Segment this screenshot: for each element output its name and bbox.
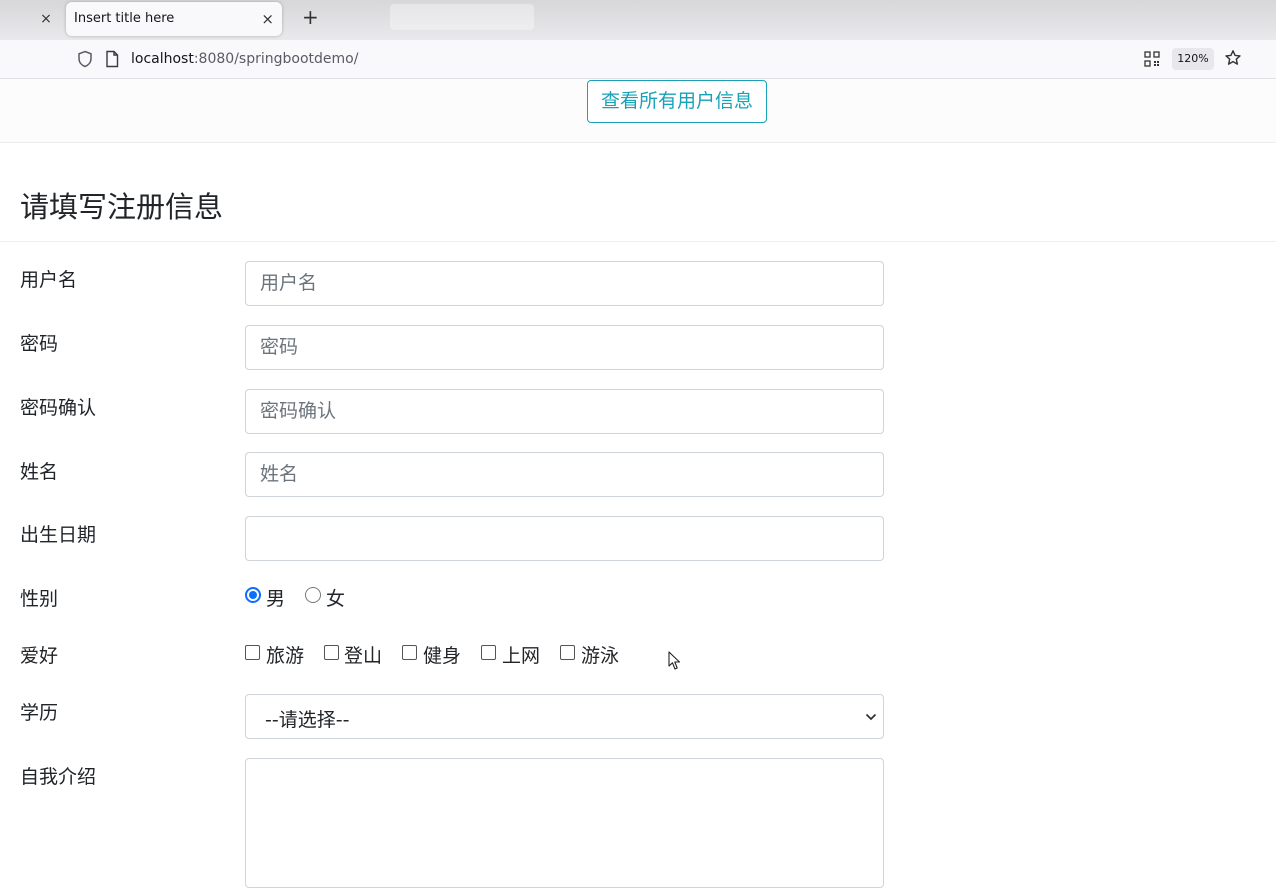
tab-bar: × Insert title here × + <box>0 0 1276 40</box>
page-icon[interactable] <box>104 50 120 68</box>
hobby-travel-label[interactable]: 旅游 <box>266 641 304 668</box>
hobby-fitness-checkbox[interactable] <box>402 645 417 660</box>
gender-female-label[interactable]: 女 <box>326 584 345 611</box>
url-path: :8080/springbootdemo/ <box>193 51 359 67</box>
hobby-swimming-label[interactable]: 游泳 <box>581 641 619 668</box>
tab-close-button[interactable]: × <box>261 8 274 30</box>
zoom-level-button[interactable]: 120% <box>1172 48 1214 70</box>
password-confirm-label: 密码确认 <box>20 397 97 419</box>
username-label: 用户名 <box>20 269 78 291</box>
education-label: 学历 <box>20 702 59 724</box>
hobby-climbing-label[interactable]: 登山 <box>344 641 382 668</box>
shield-icon[interactable] <box>76 50 94 68</box>
gender-female-radio[interactable] <box>305 587 321 603</box>
username-input[interactable]: 用户名 <box>245 261 884 306</box>
education-selected-value: --请选择-- <box>265 709 350 731</box>
active-tab[interactable]: Insert title here × <box>66 2 282 36</box>
birthdate-input[interactable] <box>245 516 884 561</box>
previous-tab-close-button[interactable]: × <box>36 9 56 29</box>
divider <box>0 241 1276 242</box>
hobby-climbing-checkbox[interactable] <box>324 645 339 660</box>
hobby-travel-checkbox[interactable] <box>245 645 260 660</box>
hobbies-label: 爱好 <box>20 645 59 667</box>
hobby-internet-checkbox[interactable] <box>481 645 496 660</box>
url-host: localhost <box>131 51 194 67</box>
blurred-tab[interactable] <box>390 4 534 30</box>
form-title: 请填写注册信息 <box>20 190 224 224</box>
view-all-users-button[interactable]: 查看所有用户信息 <box>587 80 767 123</box>
bookmark-star-icon[interactable] <box>1224 49 1242 67</box>
hobby-internet-label[interactable]: 上网 <box>502 641 540 668</box>
url-field[interactable]: localhost:8080/springbootdemo/ <box>131 51 358 67</box>
top-action-bar: 查看所有用户信息 <box>0 79 1276 143</box>
new-tab-button[interactable]: + <box>302 5 319 29</box>
tab-title: Insert title here <box>74 11 175 26</box>
hobby-swimming-checkbox[interactable] <box>560 645 575 660</box>
mouse-cursor-icon <box>668 651 681 670</box>
name-input[interactable]: 姓名 <box>245 452 884 497</box>
chevron-down-icon <box>865 713 877 721</box>
hobby-fitness-label[interactable]: 健身 <box>423 641 461 668</box>
navigation-bar: localhost:8080/springbootdemo/ 120% <box>0 40 1276 79</box>
gender-male-radio[interactable] <box>245 587 261 603</box>
gender-male-label[interactable]: 男 <box>266 584 285 611</box>
password-input[interactable]: 密码 <box>245 325 884 370</box>
name-label: 姓名 <box>20 461 59 483</box>
password-label: 密码 <box>20 333 59 355</box>
education-select[interactable]: --请选择-- <box>245 694 884 739</box>
intro-label: 自我介绍 <box>20 766 97 788</box>
gender-label: 性别 <box>20 588 59 610</box>
qr-code-icon[interactable] <box>1144 51 1160 67</box>
intro-textarea[interactable] <box>245 758 884 888</box>
birthdate-label: 出生日期 <box>20 524 97 546</box>
password-confirm-input[interactable]: 密码确认 <box>245 389 884 434</box>
